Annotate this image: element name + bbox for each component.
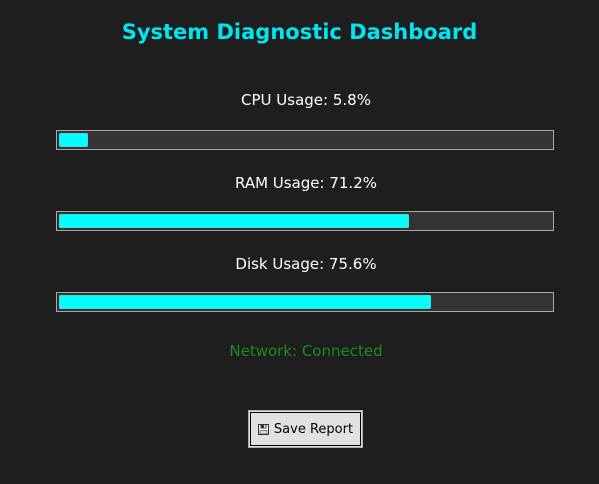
cpu-usage-bar (56, 130, 554, 150)
ram-usage-bar-fill (59, 214, 409, 228)
cpu-usage-bar-fill (59, 133, 88, 147)
disk-usage-label: Disk Usage: 75.6% (235, 255, 377, 273)
disk-usage-bar (56, 292, 554, 312)
cpu-usage-label: CPU Usage: 5.8% (241, 91, 371, 109)
dashboard-title: System Diagnostic Dashboard (121, 20, 478, 44)
disk-usage-bar-fill (59, 295, 431, 309)
save-report-label: Save Report (273, 421, 354, 437)
save-report-button[interactable]: Save Report (248, 410, 363, 448)
ram-usage-bar (56, 211, 554, 231)
ram-usage-label: RAM Usage: 71.2% (235, 174, 377, 192)
floppy-disk-icon (257, 423, 269, 435)
network-status: Network: Connected (229, 342, 383, 360)
